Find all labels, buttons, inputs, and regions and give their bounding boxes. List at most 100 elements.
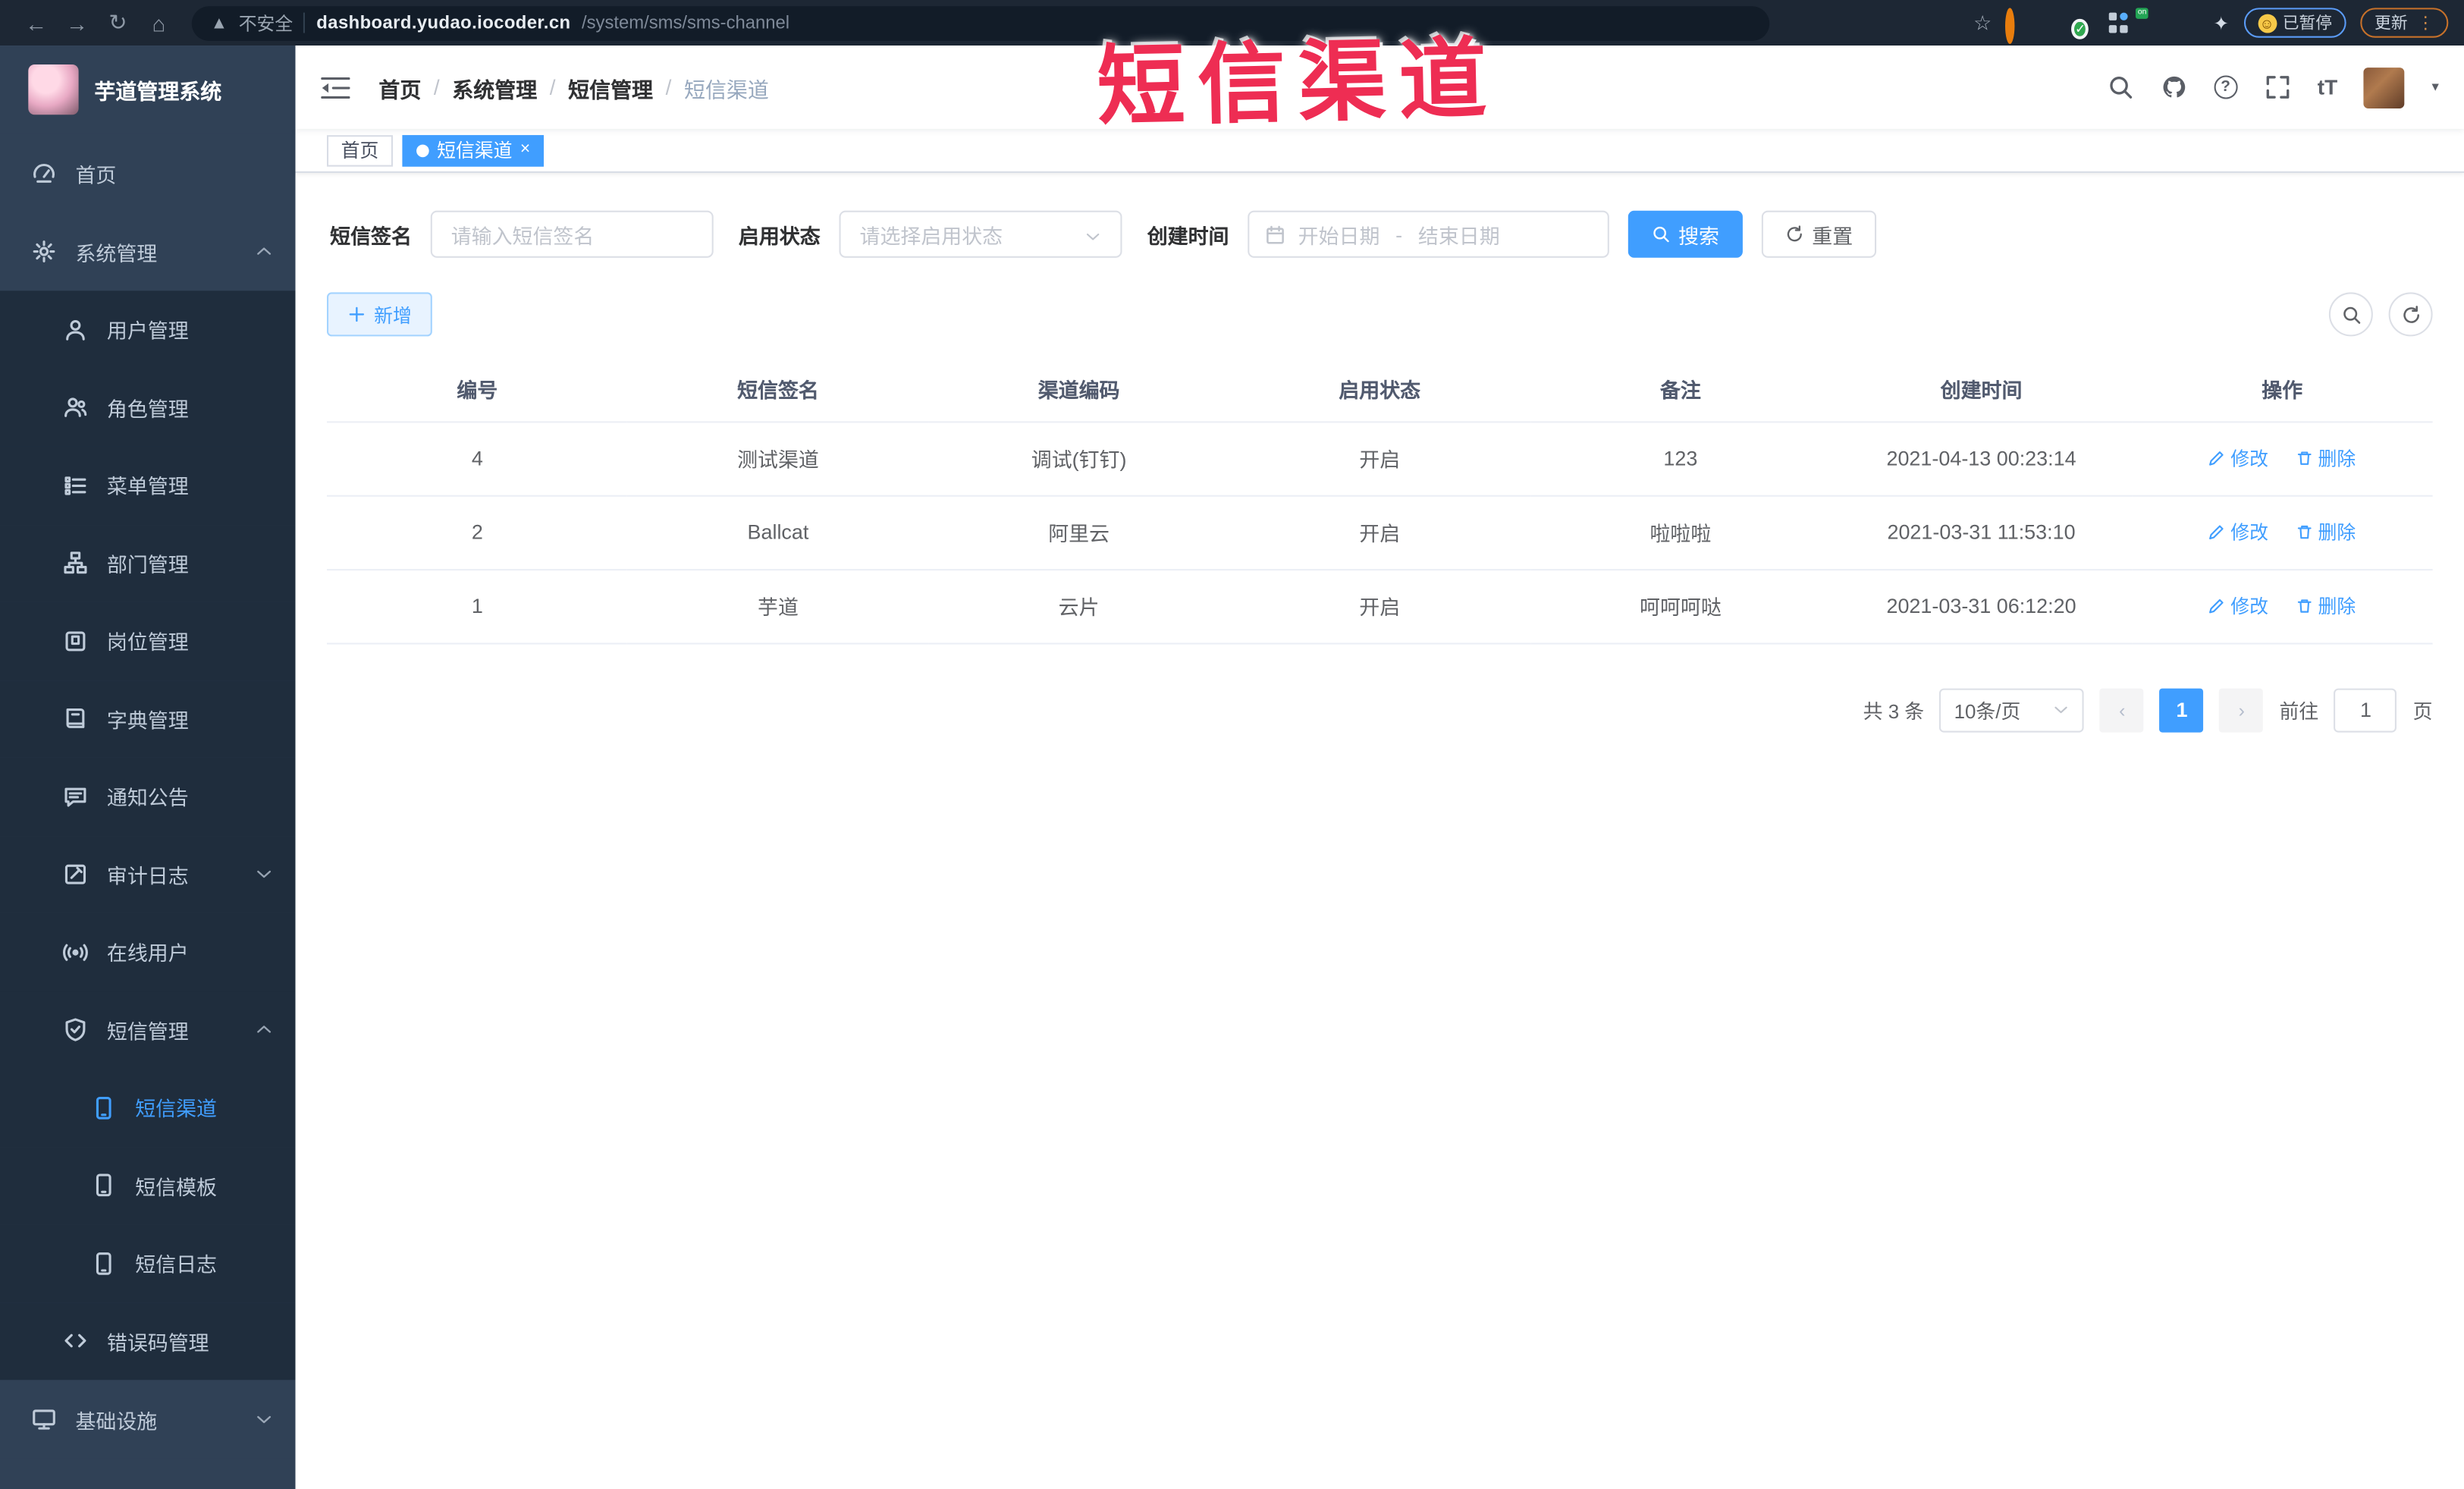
sidebar-item-label: 菜单管理 — [106, 475, 189, 499]
sidebar-item-online-users[interactable]: 在线用户 — [0, 913, 296, 991]
tab-home[interactable]: 首页 — [326, 134, 394, 166]
sidebar-logo-row[interactable]: 芋道管理系统 — [0, 46, 296, 134]
col-actions: 操作 — [2131, 358, 2433, 423]
reset-button[interactable]: 重置 — [1761, 210, 1877, 258]
col-status: 启用状态 — [1229, 358, 1530, 423]
sign-input[interactable]: 请输入短信签名 — [430, 210, 714, 258]
sidebar-item-departments[interactable]: 部门管理 — [0, 524, 296, 602]
sidebar-item-sms-template[interactable]: 短信模板 — [0, 1146, 296, 1225]
sidebar-item-notice[interactable]: 通知公告 — [0, 757, 296, 836]
page-number-1[interactable]: 1 — [2160, 687, 2205, 732]
edit-button[interactable]: 修改 — [2208, 592, 2268, 619]
delete-button[interactable]: 删除 — [2296, 592, 2356, 619]
cell-status: 开启 — [1229, 421, 1530, 496]
avatar[interactable] — [2364, 67, 2406, 108]
cell-created: 2021-04-13 00:23:14 — [1831, 421, 2132, 496]
sms-channel-table: 编号 短信签名 渠道编码 启用状态 备注 创建时间 操作 4 测试渠道 调试(钉… — [326, 358, 2433, 644]
date-start-placeholder: 开始日期 — [1298, 224, 1380, 248]
logo-image — [28, 64, 79, 115]
browser-forward-icon[interactable]: → — [57, 10, 98, 35]
goto-page-input[interactable]: 1 — [2334, 687, 2397, 732]
sidebar-item-sms[interactable]: 短信管理 — [0, 991, 296, 1070]
extension-grid-icon[interactable] — [2109, 12, 2130, 33]
extension-drop-icon[interactable] — [2040, 13, 2061, 33]
next-page-button[interactable]: › — [2219, 687, 2264, 732]
paused-extension-pill[interactable]: ☺ 已暂停 — [2243, 8, 2346, 38]
help-icon[interactable]: ? — [2214, 75, 2238, 99]
col-sign: 短信签名 — [627, 358, 929, 423]
breadcrumb-system[interactable]: 系统管理 — [452, 71, 537, 102]
browser-menu-icon[interactable]: ⋮ — [2417, 13, 2434, 33]
extension-puzzle-icon[interactable]: ✦ — [2213, 12, 2229, 34]
sidebar-item-users[interactable]: 用户管理 — [0, 291, 296, 369]
search-button[interactable]: 搜索 — [1627, 210, 1744, 258]
tab-sms-channel[interactable]: 短信渠道 × — [402, 134, 545, 166]
extension-orange-icon[interactable] — [2005, 8, 2026, 45]
close-icon[interactable]: × — [520, 140, 530, 159]
status-select[interactable]: 请选择启用状态 — [839, 210, 1122, 258]
cell-status: 开启 — [1229, 569, 1530, 644]
sidebar-item-error-codes[interactable]: 错误码管理 — [0, 1302, 296, 1381]
chevron-up-icon — [255, 242, 274, 261]
breadcrumb-home[interactable]: 首页 — [378, 71, 421, 102]
add-button-label: 新增 — [374, 303, 412, 326]
toggle-search-button[interactable] — [2328, 292, 2373, 337]
sidebar-item-roles[interactable]: 角色管理 — [0, 368, 296, 447]
sidebar-item-sms-log[interactable]: 短信日志 — [0, 1224, 296, 1302]
add-button[interactable]: 新增 — [326, 292, 432, 337]
font-size-icon[interactable]: tT — [2318, 75, 2337, 99]
navbar-actions: ? tT ▾ — [2107, 67, 2439, 108]
sidebar-item-system[interactable]: 系统管理 — [0, 212, 296, 291]
chrome-update-button[interactable]: 更新 ⋮ — [2360, 8, 2449, 38]
dashboard-icon — [31, 160, 56, 185]
delete-button[interactable]: 删除 — [2296, 445, 2356, 471]
date-range-picker[interactable]: 开始日期 - 结束日期 — [1248, 210, 1609, 258]
prev-page-button[interactable]: ‹ — [2100, 687, 2145, 732]
edit-button[interactable]: 修改 — [2208, 445, 2268, 471]
cell-created: 2021-03-31 11:53:10 — [1831, 495, 2132, 570]
header-search-icon[interactable] — [2107, 74, 2133, 100]
refresh-table-button[interactable] — [2388, 292, 2433, 337]
date-separator: - — [1395, 222, 1403, 247]
table-row: 1 芋道 云片 开启 呵呵呵哒 2021-03-31 06:12:20 修改 删… — [326, 569, 2433, 644]
delete-label: 删除 — [2318, 448, 2356, 470]
browser-back-icon[interactable]: ← — [16, 10, 57, 35]
sidebar-item-label: 短信日志 — [135, 1252, 217, 1277]
edit-pencil-icon — [2208, 597, 2226, 614]
cell-sign: 测试渠道 — [627, 421, 929, 496]
breadcrumb-current: 短信渠道 — [683, 77, 769, 102]
sidebar-item-infrastructure[interactable]: 基础设施 — [0, 1380, 296, 1459]
delete-button[interactable]: 删除 — [2296, 519, 2356, 545]
collapse-sidebar-icon[interactable] — [321, 74, 350, 99]
extension-leaf-icon[interactable] — [2179, 13, 2199, 33]
browser-reload-icon[interactable]: ↻ — [97, 9, 138, 36]
col-id: 编号 — [326, 358, 628, 423]
browser-home-icon[interactable]: ⌂ — [138, 10, 179, 35]
page-size-select[interactable]: 10条/页 — [1939, 687, 2085, 732]
search-icon — [2340, 304, 2361, 325]
sidebar-item-menus[interactable]: 菜单管理 — [0, 446, 296, 525]
fullscreen-icon[interactable] — [2264, 74, 2290, 100]
sidebar-item-home[interactable]: 首页 — [0, 134, 296, 212]
extension-check-icon[interactable]: ✓ — [2075, 13, 2095, 36]
sidebar-item-dict[interactable]: 字典管理 — [0, 680, 296, 758]
github-icon[interactable] — [2161, 74, 2187, 100]
extension-tag-icon[interactable]: on — [2135, 8, 2164, 33]
cell-code: 云片 — [928, 569, 1229, 644]
main-area: 首页 / 系统管理 / 短信管理 / 短信渠道 ? tT ▾ 首页 短信渠道 ×… — [295, 46, 2464, 1489]
gear-icon — [31, 239, 56, 264]
dictionary-icon — [63, 706, 88, 731]
cell-remark: 呵呵呵哒 — [1530, 569, 1832, 644]
bookmark-star-icon[interactable]: ☆ — [1973, 10, 1992, 35]
address-bar[interactable]: ▲ 不安全 dashboard.yudao.iocoder.cn /system… — [191, 5, 1770, 40]
sidebar-item-label: 基础设施 — [75, 1409, 158, 1433]
chevron-up-icon — [255, 1020, 274, 1039]
avatar-caret-down-icon[interactable]: ▾ — [2432, 79, 2439, 96]
edit-button[interactable]: 修改 — [2208, 519, 2268, 545]
sidebar-item-sms-channel[interactable]: 短信渠道 — [0, 1069, 296, 1147]
cell-remark: 123 — [1530, 421, 1832, 496]
sidebar-item-audit-log[interactable]: 审计日志 — [0, 835, 296, 913]
sidebar-item-posts[interactable]: 岗位管理 — [0, 602, 296, 680]
status-select-placeholder: 请选择启用状态 — [859, 224, 1003, 248]
breadcrumb-sms[interactable]: 短信管理 — [568, 71, 653, 102]
